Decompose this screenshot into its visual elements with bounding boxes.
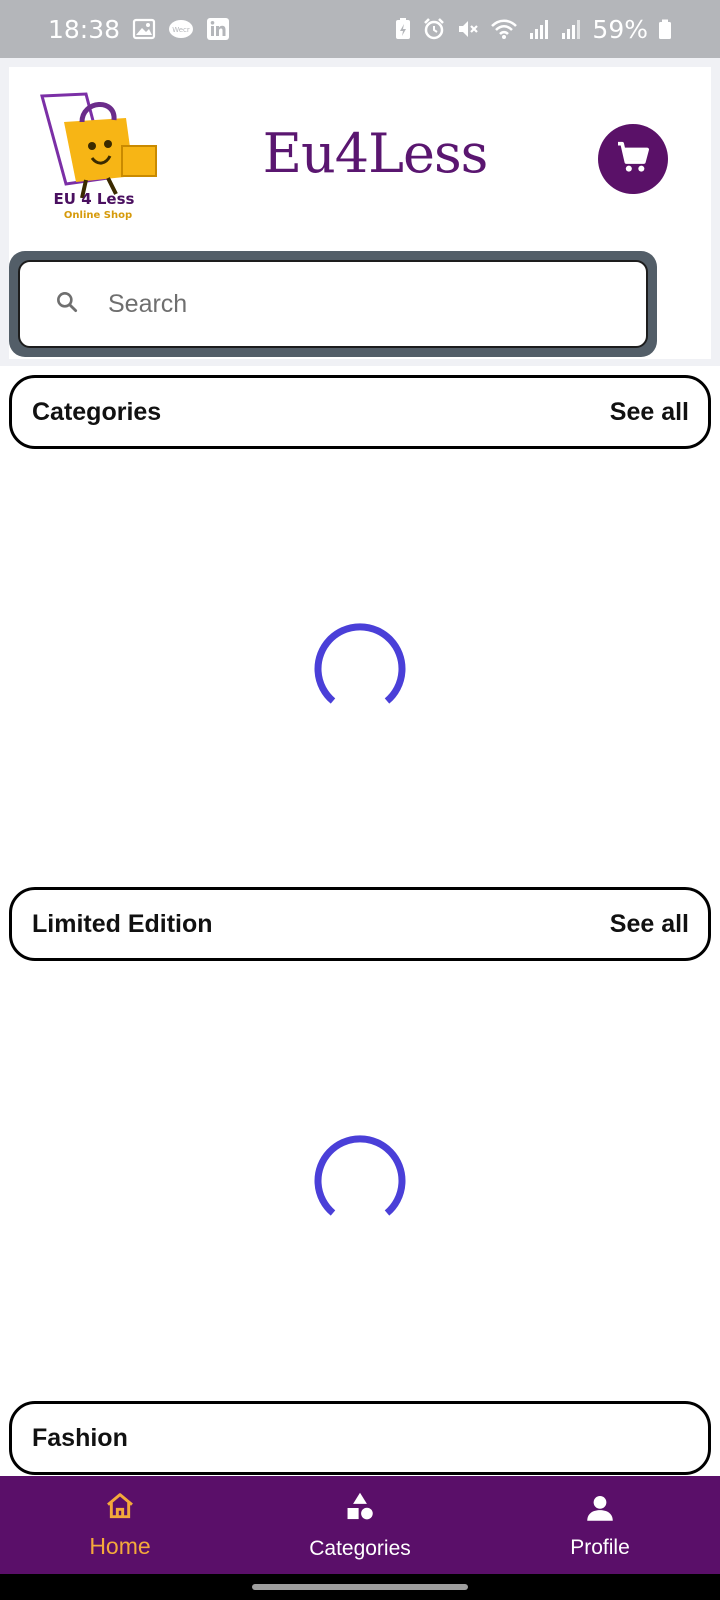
section-title: Categories (32, 397, 162, 426)
battery-saver-icon (394, 17, 412, 41)
logo-image: EU 4 Less Online Shop (40, 92, 157, 221)
search-container (9, 251, 657, 357)
battery-percent: 59% (592, 14, 648, 44)
section-header-categories: Categories See all (9, 375, 711, 449)
cart-button[interactable] (598, 124, 668, 194)
gesture-bar (0, 1574, 720, 1600)
loading-spinner (314, 623, 406, 704)
section-title: Fashion (32, 1423, 128, 1452)
status-right: 59% (394, 15, 672, 44)
nav-categories[interactable]: Categories (240, 1476, 480, 1574)
section-header-limited-edition: Limited Edition See all (9, 887, 711, 961)
see-all-limited-edition-link[interactable]: See all (610, 910, 689, 939)
wifi-icon (490, 17, 518, 41)
shapes-icon (343, 1490, 377, 1531)
mute-icon (456, 17, 480, 41)
home-gesture-handle[interactable] (252, 1584, 468, 1590)
status-bar: 18:38 Wecr 59% (0, 0, 720, 58)
see-all-categories-link[interactable]: See all (610, 398, 689, 427)
search-input[interactable] (108, 289, 588, 319)
section-header-fashion: Fashion (9, 1401, 711, 1475)
signal-icon (528, 17, 550, 41)
status-time: 18:38 (48, 14, 121, 44)
nav-home[interactable]: Home (0, 1476, 240, 1574)
gallery-icon (132, 17, 156, 41)
loading-spinner (314, 1135, 406, 1216)
app-screen: 18:38 Wecr 59% EU 4 Less Online Shop Eu4… (0, 0, 720, 1600)
person-icon (583, 1491, 617, 1530)
section-title: Limited Edition (32, 909, 213, 938)
logo: EU 4 Less Online Shop (36, 88, 166, 224)
search-box[interactable] (18, 260, 648, 348)
battery-icon (658, 17, 672, 41)
linkedin-icon (206, 17, 230, 41)
app-title: Eu4Less (262, 122, 489, 185)
home-icon (103, 1490, 137, 1527)
svg-text:Wecr: Wecr (172, 26, 190, 34)
nav-categories-label: Categories (309, 1536, 411, 1560)
svg-text:EU 4 Less: EU 4 Less (54, 190, 135, 208)
nav-home-label: Home (89, 1533, 151, 1559)
alarm-icon (422, 17, 446, 41)
nav-profile[interactable]: Profile (480, 1476, 720, 1574)
bottom-navigation: Home Categories Profile (0, 1476, 720, 1574)
cart-icon (613, 137, 653, 182)
search-icon (54, 289, 80, 320)
svg-text:Online Shop: Online Shop (64, 210, 132, 221)
messenger-icon: Wecr (168, 17, 194, 41)
signal-icon (560, 17, 582, 41)
status-left: 18:38 Wecr (48, 15, 230, 44)
nav-profile-label: Profile (570, 1535, 630, 1559)
